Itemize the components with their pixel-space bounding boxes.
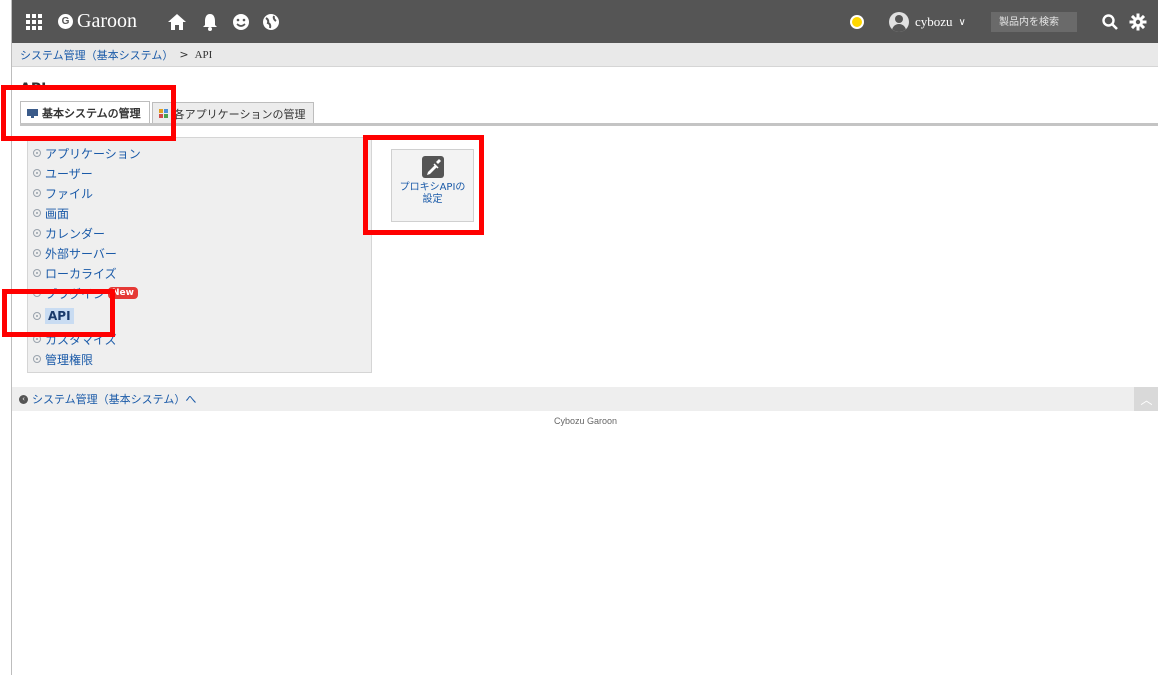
chevron-down-icon: ∨ <box>958 16 966 28</box>
plug-edit-icon <box>421 156 444 178</box>
menu-item-api[interactable]: API <box>28 303 371 329</box>
garoon-logo[interactable]: G Garoon <box>58 9 137 33</box>
smiley-icon[interactable] <box>232 10 250 34</box>
bullet-icon <box>33 229 41 237</box>
bullet-icon <box>33 355 41 363</box>
breadcrumb-current: API <box>194 48 213 61</box>
bullet-icon <box>33 289 41 297</box>
bullet-icon <box>33 209 41 217</box>
menu-item-calendar[interactable]: カレンダー <box>28 223 371 243</box>
search-icon[interactable] <box>1102 10 1118 34</box>
bullet-icon <box>33 149 41 157</box>
back-arrow-icon: ‹ <box>19 394 28 404</box>
avatar <box>889 12 909 32</box>
tab-basic-system[interactable]: 基本システムの管理 <box>20 101 150 124</box>
menu-item-files[interactable]: ファイル <box>28 183 371 203</box>
menu-item-plugin[interactable]: プラグイン New <box>28 283 371 303</box>
menu-item-label[interactable]: ユーザー <box>45 165 93 182</box>
proxy-api-settings-tile[interactable]: プロキシAPIの 設定 <box>391 149 474 222</box>
garoon-logo-icon: G <box>58 13 73 29</box>
back-to-system-admin-link[interactable]: システム管理（基本システム）へ <box>32 391 196 407</box>
bullet-icon <box>33 189 41 197</box>
presence-status-icon[interactable] <box>850 15 864 29</box>
app-grid-icon[interactable] <box>26 10 42 34</box>
menu-item-label[interactable]: 外部サーバー <box>45 245 117 262</box>
new-badge: New <box>108 287 138 299</box>
chevron-up-icon: ︿ <box>1140 392 1153 407</box>
menu-item-label[interactable]: ファイル <box>45 185 93 202</box>
breadcrumb: システム管理（基本システム） > API <box>12 43 1158 67</box>
bullet-icon <box>33 249 41 257</box>
tab-label: 各アプリケーションの管理 <box>173 107 306 121</box>
tab-applications[interactable]: 各アプリケーションの管理 <box>151 102 315 124</box>
menu-item-label[interactable]: カレンダー <box>45 225 105 242</box>
side-menu: アプリケーション ユーザー ファイル 画面 カレンダー 外部サーバー ローカライ… <box>27 137 372 373</box>
top-bar: G Garoon cybozu ∨ <box>12 0 1158 43</box>
bullet-icon <box>33 169 41 177</box>
globe-icon[interactable] <box>262 10 280 34</box>
back-bar: ‹ システム管理（基本システム）へ <box>12 387 1158 411</box>
gear-icon[interactable] <box>1129 10 1147 34</box>
scroll-to-top-button[interactable]: ︿ <box>1134 387 1158 411</box>
breadcrumb-separator: > <box>179 48 189 61</box>
bullet-icon <box>33 269 41 277</box>
menu-item-label[interactable]: プラグイン <box>45 285 105 302</box>
username: cybozu <box>915 14 953 29</box>
app-name: Garoon <box>77 9 137 32</box>
menu-item-customize[interactable]: カスタマイズ <box>28 329 371 349</box>
menu-item-external-server[interactable]: 外部サーバー <box>28 243 371 263</box>
menu-item-label[interactable]: カスタマイズ <box>45 331 117 348</box>
menu-item-applications[interactable]: アプリケーション <box>28 143 371 163</box>
tab-bar: 基本システムの管理 各アプリケーションの管理 <box>20 101 316 124</box>
tile-label-line2: 設定 <box>422 194 443 205</box>
menu-item-localize[interactable]: ローカライズ <box>28 263 371 283</box>
tile-label-line1: プロキシAPIの <box>399 182 466 193</box>
bullet-icon <box>33 335 41 343</box>
breadcrumb-link-system-admin[interactable]: システム管理（基本システム） <box>20 47 173 63</box>
tab-underline <box>20 123 1158 126</box>
search-input[interactable] <box>991 12 1077 32</box>
menu-item-label[interactable]: ローカライズ <box>45 265 117 282</box>
app-frame: G Garoon cybozu ∨ 製品内を検索 システム管理（基本システム） … <box>11 0 1158 675</box>
footer-text: Cybozu Garoon <box>553 416 618 426</box>
apps-icon <box>158 109 168 118</box>
menu-item-label[interactable]: アプリケーション <box>45 145 141 162</box>
menu-item-users[interactable]: ユーザー <box>28 163 371 183</box>
bullet-icon <box>33 312 41 320</box>
menu-item-screen[interactable]: 画面 <box>28 203 371 223</box>
tab-label: 基本システムの管理 <box>42 107 141 120</box>
user-menu[interactable]: cybozu ∨ <box>889 12 966 32</box>
notification-bell-icon[interactable] <box>201 10 219 34</box>
menu-item-label[interactable]: 管理権限 <box>45 351 93 368</box>
monitor-icon <box>27 108 38 118</box>
home-icon[interactable] <box>167 10 187 34</box>
menu-item-admin-rights[interactable]: 管理権限 <box>28 349 371 369</box>
menu-item-label[interactable]: 画面 <box>45 205 69 222</box>
menu-item-label[interactable]: API <box>45 308 74 324</box>
page-title: API <box>20 81 47 90</box>
